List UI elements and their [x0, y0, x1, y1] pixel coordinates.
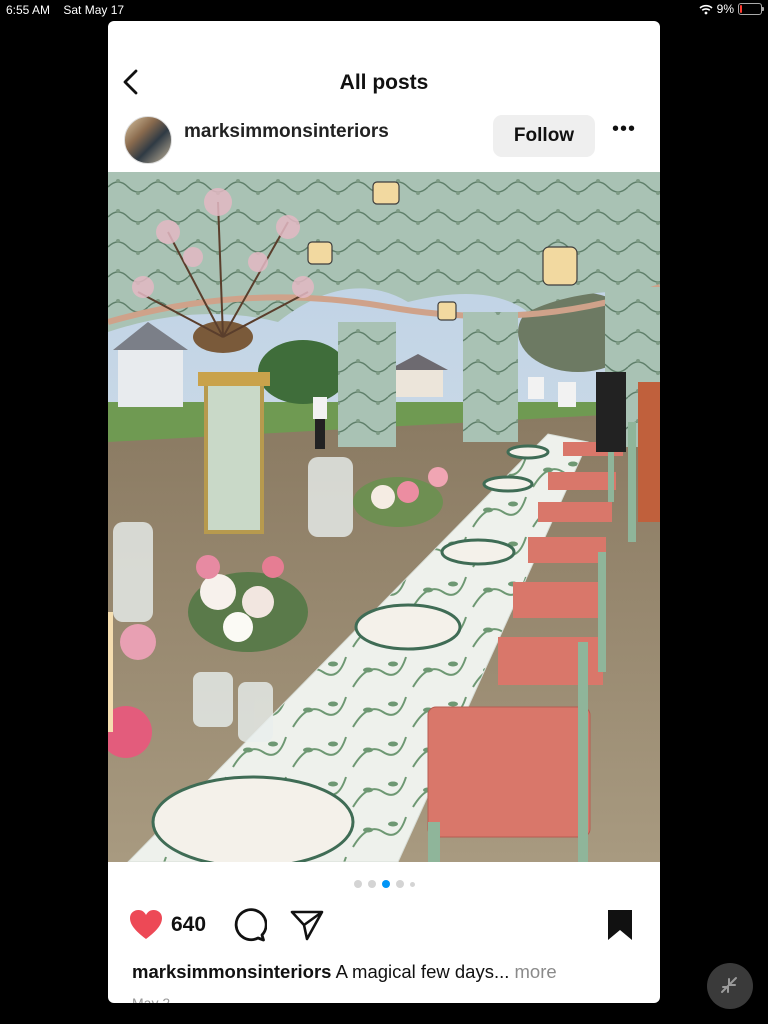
like-count[interactable]: 640 [171, 913, 206, 937]
send-icon[interactable] [289, 907, 325, 943]
post-image [108, 172, 660, 862]
post-photo[interactable] [108, 172, 660, 862]
battery-icon [738, 3, 764, 15]
carousel-dot [353, 880, 362, 888]
carousel-dot [381, 880, 390, 888]
caption-text: A magical few days... [331, 961, 510, 982]
wifi-icon [699, 4, 713, 14]
heart-icon[interactable] [128, 908, 164, 942]
carousel-dot [409, 881, 415, 887]
post-date: May 2 [132, 995, 171, 1003]
collapse-arrows-icon [721, 977, 737, 993]
more-options-icon[interactable]: ••• [612, 117, 642, 141]
top-bar: All posts [108, 21, 660, 109]
page-title: All posts [339, 71, 429, 94]
post-caption: marksimmonsinteriors A magical few days.… [132, 961, 642, 983]
avatar[interactable] [124, 116, 172, 164]
status-time: 6:55 AM [6, 3, 51, 17]
status-bar: 6:55 AM Sat May 17 9% [0, 0, 768, 20]
carousel-dot [367, 880, 376, 888]
carousel-indicator [108, 880, 660, 888]
follow-button[interactable]: Follow [493, 115, 595, 157]
status-date: Sat May 17 [63, 3, 125, 17]
caption-more-link[interactable]: more [515, 961, 557, 982]
collapse-button[interactable] [707, 963, 753, 1009]
post-username[interactable]: marksimmonsinteriors [184, 121, 389, 143]
post-actions: 640 [108, 904, 660, 948]
comment-icon[interactable] [231, 907, 267, 943]
caption-username[interactable]: marksimmonsinteriors [132, 961, 331, 982]
post-sheet: All posts marksimmonsinteriors Follow ••… [108, 21, 660, 1003]
bookmark-icon[interactable] [604, 908, 636, 942]
carousel-dot [395, 880, 404, 888]
post-header: marksimmonsinteriors Follow ••• [108, 109, 660, 171]
battery-percent: 9% [716, 2, 734, 16]
